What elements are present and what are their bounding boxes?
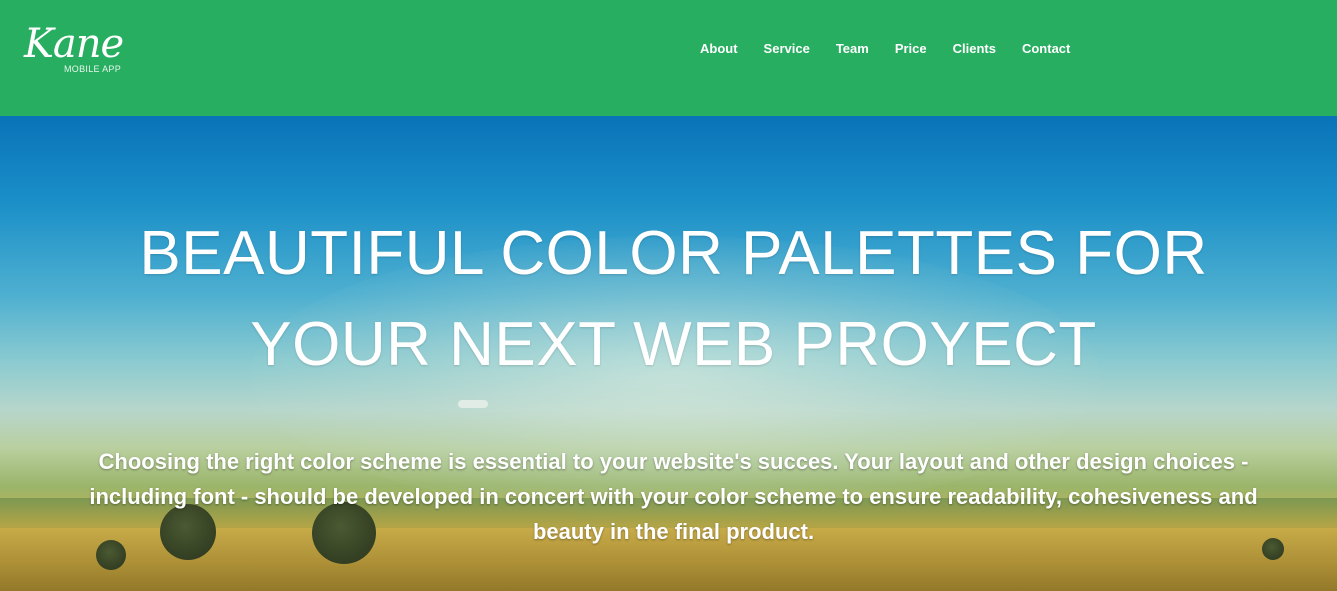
- nav-link-clients[interactable]: Clients: [953, 40, 996, 58]
- nav-link-service[interactable]: Service: [764, 40, 810, 58]
- navbar: Kane MOBILE APP About Service Team Price…: [0, 0, 1337, 116]
- hero-background-cloud: [458, 400, 488, 408]
- brand-name: Kane: [24, 21, 124, 67]
- hero-title: BEAUTIFUL COLOR PALETTES FOR YOUR NEXT W…: [139, 219, 1208, 379]
- brand-logo[interactable]: Kane MOBILE APP: [24, 22, 144, 78]
- nav-link-about[interactable]: About: [700, 40, 738, 58]
- nav-link-price[interactable]: Price: [895, 40, 927, 58]
- hero-section: BEAUTIFUL COLOR PALETTES FOR YOUR NEXT W…: [0, 116, 1337, 591]
- nav-link-contact[interactable]: Contact: [1022, 40, 1070, 58]
- nav-link-team[interactable]: Team: [836, 40, 869, 58]
- hero-description: Choosing the right color scheme is essen…: [89, 449, 1258, 544]
- main-nav: About Service Team Price Clients Contact: [700, 40, 1070, 58]
- brand-tagline: MOBILE APP: [64, 64, 122, 74]
